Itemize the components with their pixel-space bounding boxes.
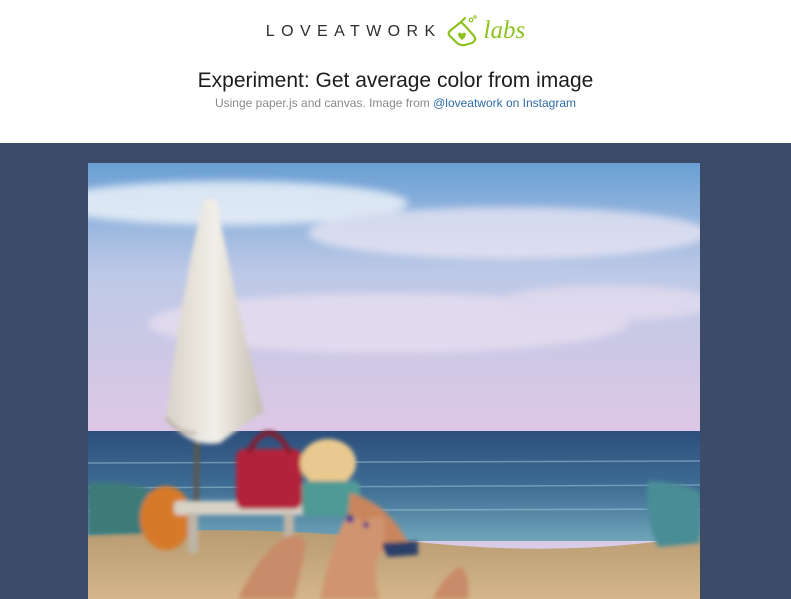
page-subtitle: Usinge paper.js and canvas. Image from @… [0,96,791,110]
flask-heart-icon [447,15,477,47]
canvas-stage [0,143,791,599]
instagram-link[interactable]: @loveatwork on Instagram [433,96,576,110]
page-header: LOVEATWORK labs Experiment: Get average … [0,0,791,143]
subtitle-text: Usinge paper.js and canvas. Image from [214,96,434,110]
page-title: Experiment: Get average color from image [197,69,594,92]
logo-wordmark: LOVEATWORK [265,23,442,40]
site-logo[interactable]: LOVEATWORK labs [0,14,791,50]
logo-labs-text: labs [483,17,526,44]
beach-photo [88,163,700,599]
